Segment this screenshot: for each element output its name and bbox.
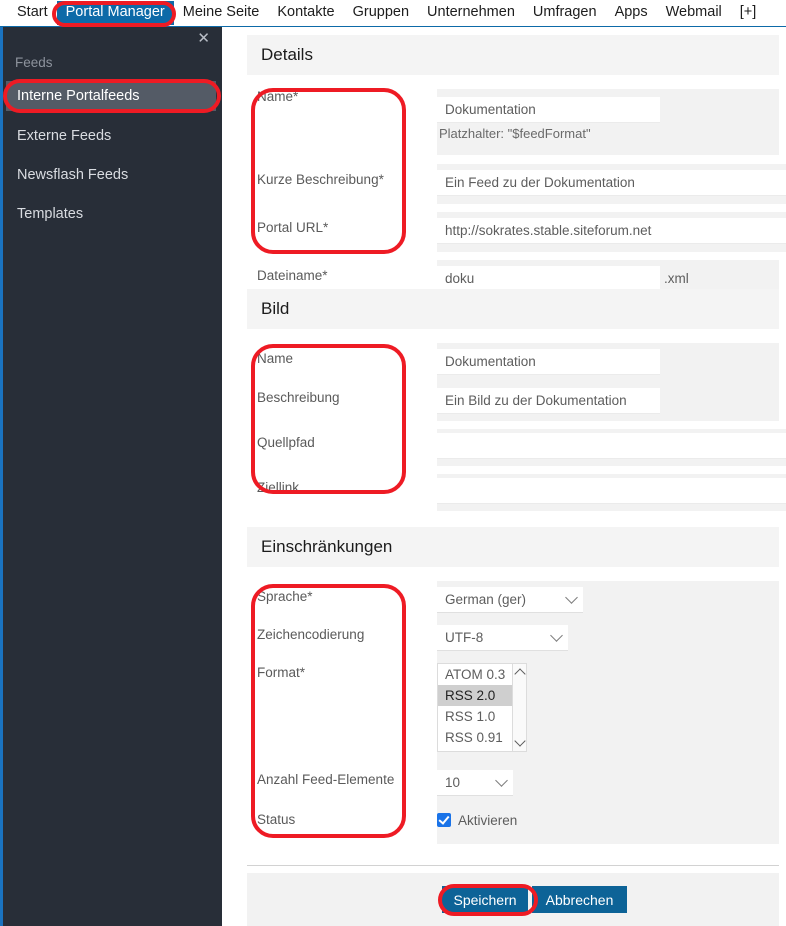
footer-button-bar: Speichern Abbrechen: [247, 872, 779, 926]
einschraenkungen-fields: Sprache* German (ger) Zeichencodierung U…: [247, 581, 779, 844]
sidebar: ✕ Feeds Interne Portalfeeds Externe Feed…: [0, 27, 222, 926]
label-spacer: [247, 421, 437, 429]
field-row-kurze-beschreibung: Kurze Beschreibung* Ein Feed zu der Doku…: [247, 164, 786, 204]
name-input[interactable]: Dokumentation: [437, 97, 660, 123]
label-spacer: [247, 466, 437, 474]
zeichencodierung-select[interactable]: UTF-8: [437, 625, 568, 651]
section-title-details: Details: [247, 35, 779, 75]
sidebar-item-label: Newsflash Feeds: [17, 167, 129, 183]
scroll-up-icon[interactable]: [514, 668, 526, 680]
nav-item-portal-manager[interactable]: Portal Manager: [56, 1, 174, 25]
label-format: Format*: [257, 665, 306, 680]
section-title-einschraenkungen: Einschränkungen: [247, 527, 779, 567]
label-quellpfad: Quellpfad: [257, 435, 315, 450]
sidebar-accent-bar: [0, 27, 3, 926]
row-gap-4: [247, 421, 779, 429]
sidebar-item-label: Interne Portalfeeds: [17, 88, 140, 104]
bild-name-input[interactable]: Dokumentation: [437, 349, 660, 375]
row-gap-1: [247, 155, 779, 164]
label-spacer: [247, 155, 437, 164]
section-title-bild: Bild: [247, 289, 779, 329]
bild-beschreibung-input[interactable]: Ein Bild zu der Dokumentation: [437, 388, 660, 414]
label-bild-name: Name: [257, 351, 294, 366]
label-sprache: Sprache*: [257, 589, 313, 604]
row-gap-3: [247, 252, 779, 260]
nav-item-start[interactable]: Start: [8, 1, 57, 25]
label-spacer: [247, 252, 437, 260]
label-portal-url: Portal URL*: [257, 220, 329, 235]
sidebar-item-externe-feeds[interactable]: Externe Feeds: [6, 121, 216, 151]
sprache-select[interactable]: German (ger): [437, 587, 583, 613]
field-row-status: Status Aktivieren: [247, 804, 779, 844]
nav-item-kontakte[interactable]: Kontakte: [268, 1, 343, 25]
save-button[interactable]: Speichern: [442, 886, 528, 913]
label-zeichencodierung: Zeichencodierung: [257, 627, 365, 642]
section-einschraenkungen: Einschränkungen: [247, 527, 779, 567]
field-row-name: Name* Dokumentation Platzhalter: "$feedF…: [247, 89, 779, 155]
top-navigation: Start Portal Manager Meine Seite Kontakt…: [0, 0, 786, 26]
sidebar-item-label: Templates: [17, 206, 84, 222]
portal-url-input[interactable]: http://sokrates.stable.siteforum.net: [437, 218, 786, 244]
chevron-down-icon: [550, 629, 563, 642]
close-icon[interactable]: ✕: [197, 31, 210, 46]
label-kurze-beschreibung: Kurze Beschreibung*: [257, 172, 384, 187]
footer-divider: [247, 865, 779, 866]
nav-item-umfragen[interactable]: Umfragen: [524, 1, 606, 25]
bild-fields: Name Dokumentation Beschreibung Ein Bild…: [247, 343, 786, 511]
nav-item-gruppen[interactable]: Gruppen: [344, 1, 418, 25]
chevron-down-icon: [495, 774, 508, 787]
row-gap-5: [247, 466, 779, 474]
field-row-quellpfad: Quellpfad: [247, 429, 786, 466]
row-gap-2: [247, 204, 779, 212]
sidebar-heading: Feeds: [15, 55, 53, 70]
kurze-beschreibung-input[interactable]: Ein Feed zu der Dokumentation: [437, 170, 786, 196]
field-row-bild-name: Name Dokumentation: [247, 343, 779, 382]
dateiname-suffix: .xml: [664, 271, 689, 286]
section-details: Details: [247, 35, 779, 75]
label-spacer: [247, 204, 437, 212]
cancel-button[interactable]: Abbrechen: [532, 886, 627, 913]
field-row-format: Format* ATOM 0.3 RSS 2.0 RSS 1.0 RSS 0.9…: [247, 657, 779, 764]
label-ziellink: Ziellink: [257, 480, 300, 495]
format-listbox-scrollbar[interactable]: [512, 664, 526, 751]
details-fields: Name* Dokumentation Platzhalter: "$feedF…: [247, 89, 786, 302]
ziellink-input[interactable]: [437, 478, 786, 504]
nav-item-webmail[interactable]: Webmail: [657, 1, 731, 25]
sidebar-item-interne-portalfeeds[interactable]: Interne Portalfeeds: [6, 81, 216, 111]
label-anzahl-feed-elemente: Anzahl Feed-Elemente: [257, 772, 395, 787]
sidebar-item-newsflash-feeds[interactable]: Newsflash Feeds: [6, 160, 216, 190]
zeichencodierung-select-value: UTF-8: [445, 630, 484, 645]
label-bild-beschreibung: Beschreibung: [257, 390, 340, 405]
field-row-sprache: Sprache* German (ger): [247, 581, 779, 619]
nav-item-meine-seite[interactable]: Meine Seite: [174, 1, 269, 25]
anzahl-feed-elemente-value: 10: [445, 775, 461, 790]
aktivieren-label: Aktivieren: [458, 812, 518, 828]
app-root: Start Portal Manager Meine Seite Kontakt…: [0, 0, 786, 926]
nav-item-add-more[interactable]: [+]: [731, 1, 766, 25]
section-bild: Bild: [247, 289, 779, 329]
sidebar-item-templates[interactable]: Templates: [6, 199, 216, 229]
anzahl-feed-elemente-select[interactable]: 10: [437, 770, 513, 796]
label-name: Name*: [257, 89, 299, 104]
quellpfad-input[interactable]: [437, 433, 786, 459]
field-row-portal-url: Portal URL* http://sokrates.stable.sitef…: [247, 212, 786, 252]
chevron-down-icon: [565, 591, 578, 604]
sidebar-item-label: Externe Feeds: [17, 128, 112, 144]
field-row-zeichencodierung: Zeichencodierung UTF-8: [247, 619, 779, 657]
nav-item-unternehmen[interactable]: Unternehmen: [418, 1, 524, 25]
sprache-select-value: German (ger): [445, 592, 527, 607]
name-hint: Platzhalter: "$feedFormat": [439, 126, 591, 141]
scroll-down-icon[interactable]: [514, 735, 526, 747]
format-listbox[interactable]: ATOM 0.3 RSS 2.0 RSS 1.0 RSS 0.91: [437, 663, 527, 752]
aktivieren-checkbox[interactable]: [437, 813, 451, 827]
content-area: Details Name* Dokumentation Platzhalter:…: [222, 27, 786, 926]
nav-item-apps[interactable]: Apps: [606, 1, 657, 25]
label-status: Status: [257, 812, 296, 827]
field-row-ziellink: Ziellink: [247, 474, 786, 511]
field-row-bild-beschreibung: Beschreibung Ein Bild zu der Dokumentati…: [247, 382, 779, 421]
field-row-anzahl-feed-elemente: Anzahl Feed-Elemente 10: [247, 764, 779, 804]
